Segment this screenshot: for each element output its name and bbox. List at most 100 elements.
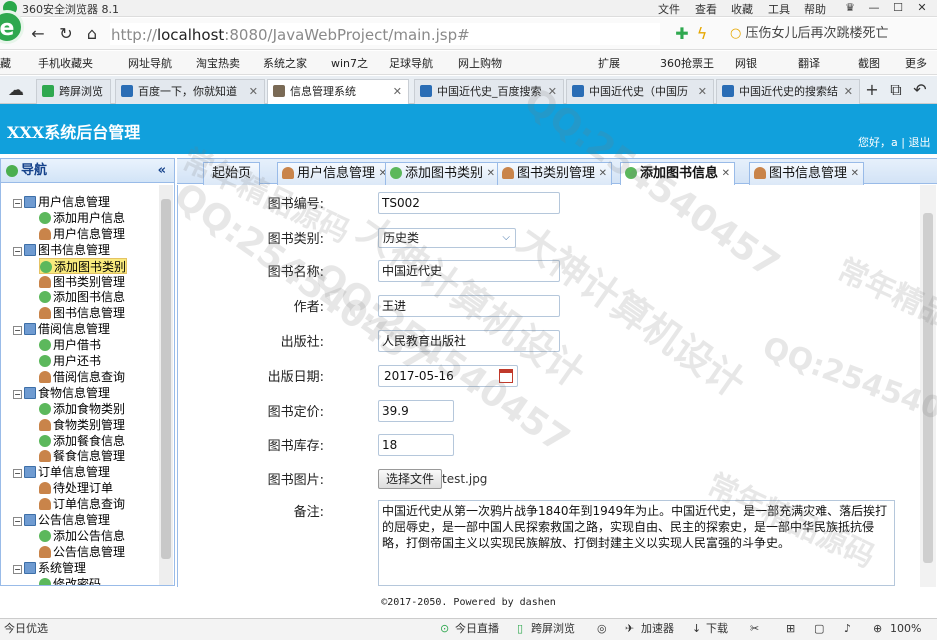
tree-item[interactable]: 添加图书类别 [39,257,128,274]
tree-group[interactable]: − 图书信息管理 [13,242,110,258]
tree-group[interactable]: − 系统管理 [13,560,86,576]
tab-close-icon[interactable]: ✕ [599,163,607,185]
tree-item[interactable]: 图书类别管理 [39,274,125,290]
tab-list-icon[interactable]: ⧉ [886,80,906,100]
tab-close-icon[interactable]: ✕ [393,80,402,103]
tree-item[interactable]: 添加图书信息 [39,289,125,305]
cloud-icon[interactable]: ☁ [6,80,26,100]
expand-toggle-icon[interactable]: − [13,564,22,574]
lightning-icon[interactable]: ϟ [692,24,712,44]
expand-toggle-icon[interactable]: − [13,246,22,256]
fav-item[interactable]: 网址导航 [128,55,172,71]
fav-item[interactable]: 网银 [735,55,757,71]
maximize-icon[interactable]: ☐ [886,0,910,16]
new-tab-icon[interactable]: + [862,80,882,100]
tree-group[interactable]: − 公告信息管理 [13,512,110,528]
tree-item[interactable]: 借阅信息查询 [39,369,125,385]
choose-file-button[interactable]: 选择文件 [378,469,443,489]
tree-item[interactable]: 餐食信息管理 [39,448,125,464]
content-tab[interactable]: 图书信息管理 ✕ [749,162,865,185]
form-scrollbar[interactable] [920,185,936,587]
tree-group[interactable]: − 用户信息管理 [13,194,110,210]
browser-tab[interactable]: 百度一下，你就知道 ✕ [115,79,265,104]
close-window-icon[interactable]: ✕ [910,0,934,16]
sound-icon[interactable]: ♪ [844,619,851,639]
back-icon[interactable]: ← [28,24,48,44]
tab-close-icon[interactable]: ✕ [851,163,859,185]
download[interactable]: 下载 [706,619,728,639]
expand-toggle-icon[interactable]: − [13,199,22,208]
window-icon[interactable]: ▢ [814,619,824,639]
tree-item[interactable]: 图书信息管理 [39,305,125,321]
zoom-icon[interactable]: ⊕ [873,619,882,639]
tree-item[interactable]: 待处理订单 [39,480,113,496]
fav-item[interactable]: 手机收藏夹 [38,55,93,71]
tab-close-icon[interactable]: ✕ [487,163,495,185]
search-input[interactable]: ○ 压伤女儿后再次跳楼死亡 [730,23,930,45]
tab-close-icon[interactable]: ✕ [698,80,707,103]
scrollbar-thumb[interactable] [923,213,933,563]
browser-tab[interactable]: 跨屏浏览 [36,79,111,104]
undo-close-icon[interactable]: ↶ [910,80,930,100]
author-input[interactable]: 王进 [378,295,560,317]
price-input[interactable]: 39.9 [378,400,454,422]
content-tab[interactable]: 添加图书信息 ✕ [620,162,736,185]
tree-item[interactable]: 用户还书 [39,353,101,369]
menu-file[interactable]: 文件 [658,1,680,17]
name-input[interactable]: 中国近代史 [378,260,560,282]
tree-item[interactable]: 添加公告信息 [39,528,125,544]
category-select[interactable]: 历史类 ⌵ [378,228,516,248]
tree-item[interactable]: 修改密码 [39,576,101,585]
minimize-icon[interactable]: — [862,0,886,16]
fav-item[interactable]: 网上购物 [458,55,502,71]
fav-item[interactable]: 扩展 [598,55,620,71]
tree-item[interactable]: 添加餐食信息 [39,433,125,449]
content-tab[interactable]: 添加图书类别 ✕ [385,162,501,185]
cut-icon[interactable]: ✂ [750,619,759,639]
fav-item[interactable]: 翻译 [798,55,820,71]
expand-toggle-icon[interactable]: − [13,326,22,336]
fav-item[interactable]: 藏 [0,55,11,71]
scrollbar-thumb[interactable] [161,199,171,559]
tab-close-icon[interactable]: ✕ [722,163,730,185]
menu-view[interactable]: 查看 [695,1,717,17]
fav-item[interactable]: win7之 [331,55,368,71]
browser-tab[interactable]: 中国近代史（中国历 ✕ [566,79,714,104]
tree-item[interactable]: 添加食物类别 [39,401,125,417]
speed-icon[interactable]: ✚ [672,24,692,44]
menu-help[interactable]: 帮助 [804,1,826,17]
tree-group[interactable]: − 借阅信息管理 [13,321,110,337]
today-live[interactable]: 今日直播 [455,619,499,639]
expand-toggle-icon[interactable]: − [13,517,22,526]
tree-group[interactable]: − 订单信息管理 [13,464,110,480]
tab-close-icon[interactable]: ✕ [249,80,258,103]
expand-toggle-icon[interactable]: − [13,389,22,399]
tree-group[interactable]: − 食物信息管理 [13,385,110,401]
today-picks[interactable]: 今日优选 [4,619,48,639]
browser-tab[interactable]: 中国近代史的搜索结 ✕ [716,79,860,104]
remark-textarea[interactable]: 中国近代史从第一次鸦片战争1840年到1949年为止。中国近代史，是一部充满灾难… [378,500,895,586]
tree-item[interactable]: 用户信息管理 [39,226,125,242]
tab-close-icon[interactable]: ✕ [844,80,853,103]
tree-item[interactable]: 订单信息查询 [39,496,125,512]
tree-item[interactable]: 用户借书 [39,337,101,353]
book-no-input[interactable]: TS002 [378,192,560,214]
content-tab[interactable]: 图书类别管理 ✕ [497,162,613,185]
browser-tab-active[interactable]: 信息管理系统 ✕ [267,79,409,104]
accelerator[interactable]: 加速器 [641,619,674,639]
menu-tools[interactable]: 工具 [768,1,790,17]
fav-item[interactable]: 系统之家 [263,55,307,71]
expand-toggle-icon[interactable]: − [13,469,22,479]
home-icon[interactable]: ⌂ [82,24,102,44]
fav-item[interactable]: 截图 [858,55,880,71]
content-tab[interactable]: 起始页 [203,162,261,185]
url-input[interactable]: http://localhost:8080/JavaWebProject/mai… [110,23,660,45]
cross-screen[interactable]: 跨屏浏览 [531,619,575,639]
publisher-input[interactable]: 人民教育出版社 [378,330,560,352]
content-tab[interactable]: 用户信息管理 ✕ [277,162,393,185]
calendar-icon[interactable] [499,369,513,383]
skin-icon[interactable]: ♛ [838,0,862,16]
windows-icon[interactable]: ⊞ [786,619,795,639]
refresh-icon[interactable]: ↻ [56,24,76,44]
browser-tab[interactable]: 中国近代史_百度搜索 ✕ [414,79,564,104]
